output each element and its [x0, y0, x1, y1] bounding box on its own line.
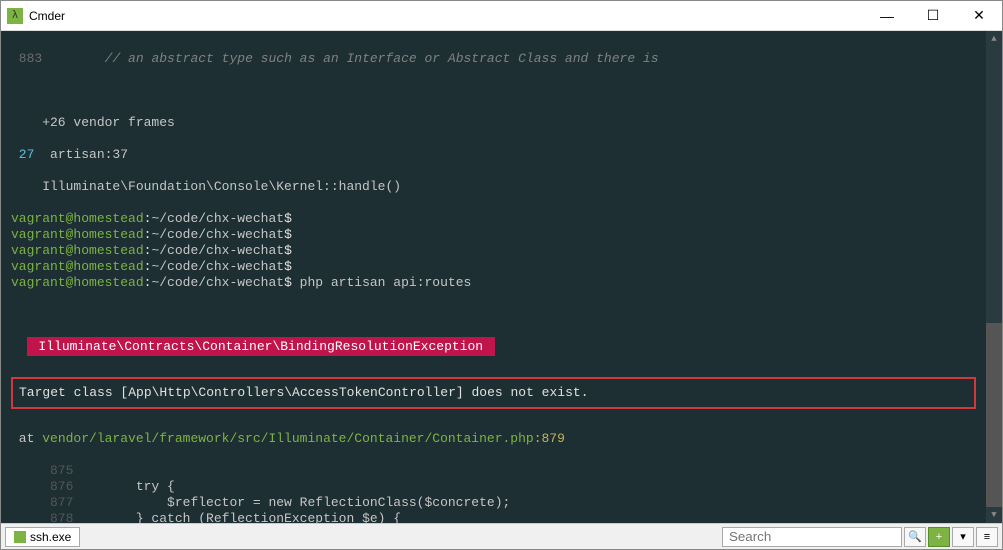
- prompt-path: ~/code/chx-wechat: [151, 227, 284, 242]
- prompt-user: vagrant@homestead: [11, 227, 144, 242]
- terminal[interactable]: 883 // an abstract type such as an Inter…: [1, 31, 986, 523]
- line-number: 877: [34, 495, 73, 510]
- search-icon[interactable]: 🔍: [904, 527, 926, 547]
- frame-num: 27: [11, 147, 34, 162]
- vendor-frames: +26 vendor frames: [1, 115, 986, 131]
- prompt-user: vagrant@homestead: [11, 211, 144, 226]
- at-line: :879: [534, 431, 565, 446]
- exception-class: Illuminate\Contracts\Container\BindingRe…: [27, 337, 495, 356]
- maximize-button[interactable]: ☐: [910, 1, 956, 30]
- prompt-path: ~/code/chx-wechat: [151, 275, 284, 290]
- code-comment: // an abstract type such as an Interface…: [105, 51, 659, 66]
- search-input[interactable]: [722, 527, 902, 547]
- prompt-path: ~/code/chx-wechat: [151, 259, 284, 274]
- artisan-ref: artisan:37: [50, 147, 128, 162]
- vertical-scrollbar[interactable]: ▲ ▼: [986, 31, 1002, 523]
- scroll-track[interactable]: [986, 47, 1002, 507]
- at-label: at: [11, 431, 42, 446]
- statusbar: ssh.exe 🔍 + ▾ ≡: [1, 523, 1002, 549]
- window-controls: — ☐ ✕: [864, 1, 1002, 30]
- error-text: Target class [App\Http\Controllers\Acces…: [19, 385, 589, 400]
- prompt-path: ~/code/chx-wechat: [151, 211, 284, 226]
- at-path: vendor/laravel/framework/src/Illuminate/…: [42, 431, 533, 446]
- scroll-up-icon[interactable]: ▲: [986, 31, 1002, 47]
- console-tab[interactable]: ssh.exe: [5, 527, 80, 547]
- prompt-user: vagrant@homestead: [11, 259, 144, 274]
- line-number: 878: [34, 511, 73, 523]
- app-icon: λ: [7, 8, 23, 24]
- close-button[interactable]: ✕: [956, 1, 1002, 30]
- dropdown-button[interactable]: ▾: [952, 527, 974, 547]
- menu-button[interactable]: ≡: [976, 527, 998, 547]
- error-message-box: Target class [App\Http\Controllers\Acces…: [11, 377, 976, 409]
- prompt-path: ~/code/chx-wechat: [151, 243, 284, 258]
- scroll-down-icon[interactable]: ▼: [986, 507, 1002, 523]
- line-number: 875: [34, 463, 73, 478]
- tab-icon: [14, 531, 26, 543]
- minimize-button[interactable]: —: [864, 1, 910, 30]
- kernel-handle: Illuminate\Foundation\Console\Kernel::ha…: [1, 179, 986, 195]
- titlebar[interactable]: λ Cmder — ☐ ✕: [1, 1, 1002, 31]
- prompt-user: vagrant@homestead: [11, 275, 144, 290]
- window-title: Cmder: [29, 9, 864, 23]
- line-number: 883: [11, 51, 42, 66]
- prompt-user: vagrant@homestead: [11, 243, 144, 258]
- scroll-thumb[interactable]: [986, 323, 1002, 507]
- cmder-window: λ Cmder — ☐ ✕ 883 // an abstract type su…: [0, 0, 1003, 550]
- prompt-cmd: php artisan api:routes: [300, 275, 472, 290]
- tab-label: ssh.exe: [30, 530, 71, 544]
- line-number: 876: [34, 479, 73, 494]
- add-tab-button[interactable]: +: [928, 527, 950, 547]
